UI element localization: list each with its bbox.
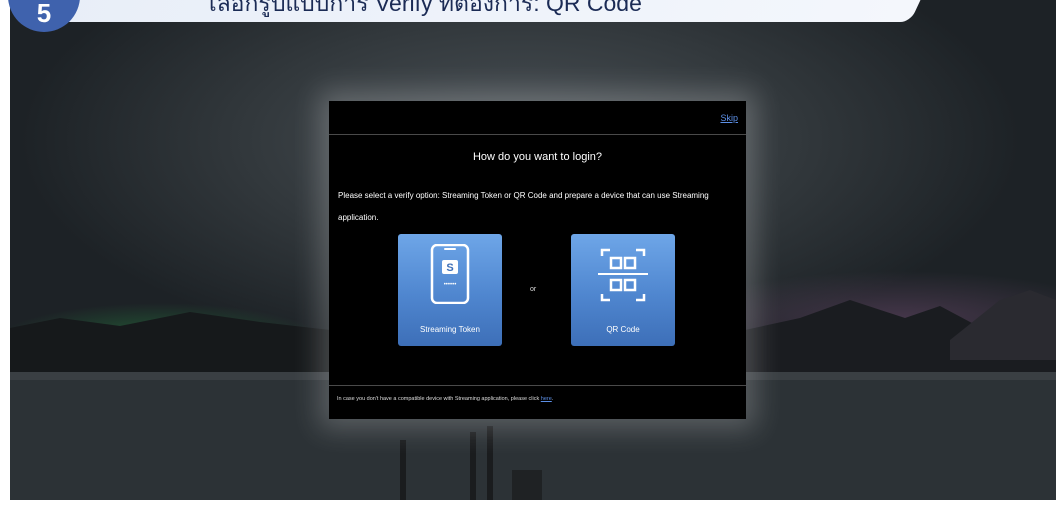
footer-period: . (551, 396, 554, 402)
qr-code-icon (598, 248, 648, 302)
qr-code-label: QR Code (606, 325, 640, 334)
svg-text:S: S (446, 262, 453, 274)
footer-help-text: In case you don't have a compatible devi… (337, 396, 553, 402)
dialog-title: How do you want to login? (472, 151, 603, 163)
instruction-text: Please select a verify option: Streaming… (338, 191, 709, 222)
phone-token-icon: S •••••• (430, 244, 470, 304)
streaming-token-option[interactable]: S •••••• Streaming Token (398, 234, 502, 346)
footer-divider (329, 385, 746, 386)
header-divider (329, 134, 746, 135)
step-title: ไลอกรูปแบบการ Verify ที่ต้องการ: QR Code (205, 0, 642, 16)
svg-text:••••••: •••••• (444, 282, 457, 288)
or-separator: or (530, 286, 537, 293)
footer-message: In case you don't have a compatible devi… (337, 396, 540, 402)
qr-code-option[interactable]: QR Code (571, 234, 675, 346)
login-method-dialog: Skip How do you want to login? Please se… (329, 101, 746, 419)
skip-link[interactable]: Skip (720, 113, 738, 123)
here-link[interactable]: here (541, 396, 552, 402)
streaming-token-label: Streaming Token (420, 325, 480, 334)
